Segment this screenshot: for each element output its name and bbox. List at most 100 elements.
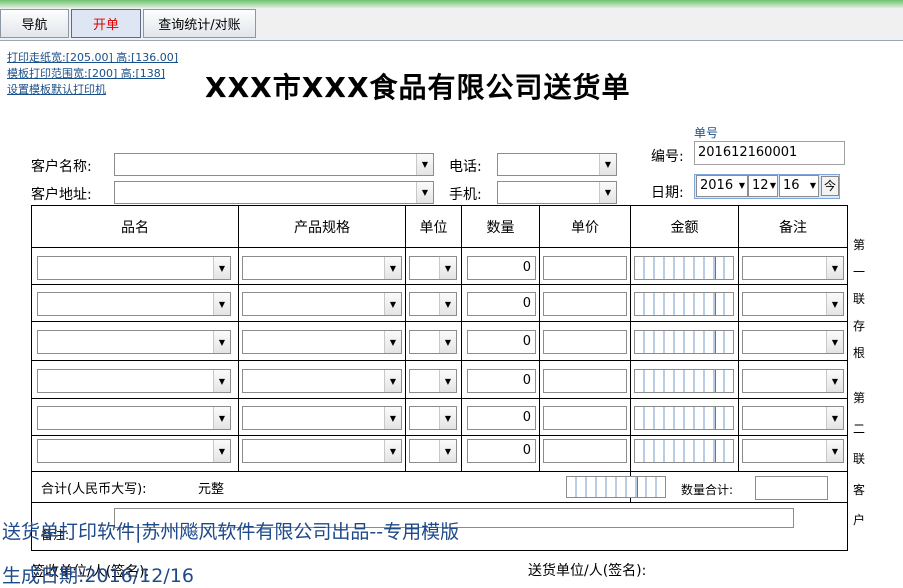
spec-combo[interactable]: ▼	[242, 292, 402, 316]
product-name-combo[interactable]: ▼	[37, 439, 231, 463]
chevron-down-icon[interactable]: ▼	[826, 293, 843, 315]
remark-combo[interactable]: ▼	[742, 256, 844, 280]
day-select[interactable]: 16 ▼	[779, 175, 819, 197]
amount-field[interactable]	[634, 330, 734, 354]
unit-combo[interactable]: ▼	[409, 439, 457, 463]
template-range-link[interactable]: 模板打印范围宽:[200] 高:[138]	[7, 66, 178, 82]
chevron-down-icon[interactable]: ▼	[439, 440, 456, 462]
chevron-down-icon[interactable]: ▼	[599, 154, 616, 175]
quantity-field[interactable]: 0	[467, 330, 536, 354]
unit-price-field[interactable]	[543, 330, 627, 354]
product-name-combo[interactable]: ▼	[37, 256, 231, 280]
chevron-down-icon[interactable]: ▼	[213, 440, 230, 462]
chevron-down-icon[interactable]: ▼	[826, 331, 843, 353]
chevron-down-icon[interactable]: ▼	[384, 407, 401, 429]
quantity-field[interactable]: 0	[467, 369, 536, 393]
date-label: 日期:	[651, 185, 684, 201]
chevron-down-icon[interactable]: ▼	[416, 154, 433, 175]
unit-combo[interactable]: ▼	[409, 330, 457, 354]
customer-address-value	[115, 185, 118, 200]
chevron-down-icon[interactable]: ▼	[826, 370, 843, 392]
amount-field[interactable]	[634, 439, 734, 463]
amount-field[interactable]	[634, 369, 734, 393]
product-name-combo[interactable]: ▼	[37, 369, 231, 393]
column-divider	[539, 206, 540, 471]
chevron-down-icon[interactable]: ▼	[439, 370, 456, 392]
unit-combo[interactable]: ▼	[409, 369, 457, 393]
chevron-down-icon[interactable]: ▼	[599, 182, 616, 203]
chevron-down-icon[interactable]: ▼	[439, 257, 456, 279]
chevron-down-icon[interactable]: ▼	[384, 440, 401, 462]
mobile-combo[interactable]: ▼	[497, 181, 617, 204]
order-number-field[interactable]: 201612160001	[694, 141, 845, 165]
chevron-down-icon[interactable]: ▼	[439, 331, 456, 353]
chevron-down-icon[interactable]: ▼	[416, 182, 433, 203]
amount-field[interactable]	[634, 256, 734, 280]
unit-price-field[interactable]	[543, 292, 627, 316]
quantity-field[interactable]: 0	[467, 256, 536, 280]
spec-combo[interactable]: ▼	[242, 369, 402, 393]
remark-combo[interactable]: ▼	[742, 330, 844, 354]
year-value: 2016	[700, 178, 734, 193]
window-top-strip	[0, 0, 903, 8]
chevron-down-icon[interactable]: ▼	[213, 370, 230, 392]
quantity-field[interactable]: 0	[467, 406, 536, 430]
tab-create-order[interactable]: 开单	[71, 9, 141, 38]
row-divider	[32, 284, 847, 285]
unit-price-field[interactable]	[543, 256, 627, 280]
month-select[interactable]: 12 ▼	[748, 175, 778, 197]
chevron-down-icon[interactable]: ▼	[213, 331, 230, 353]
product-name-combo[interactable]: ▼	[37, 292, 231, 316]
phone-combo[interactable]: ▼	[497, 153, 617, 176]
tab-query-statistics[interactable]: 查询统计/对账	[143, 9, 256, 38]
mobile-label: 手机:	[449, 187, 482, 203]
amount-field[interactable]	[634, 406, 734, 430]
spec-combo[interactable]: ▼	[242, 256, 402, 280]
chevron-down-icon[interactable]: ▼	[384, 331, 401, 353]
unit-price-field[interactable]	[543, 406, 627, 430]
product-name-combo[interactable]: ▼	[37, 330, 231, 354]
column-divider	[238, 206, 239, 471]
row-divider	[32, 247, 847, 248]
chevron-down-icon[interactable]: ▼	[439, 293, 456, 315]
chevron-down-icon[interactable]: ▼	[213, 407, 230, 429]
remark-combo[interactable]: ▼	[742, 439, 844, 463]
paper-size-link[interactable]: 打印走纸宽:[205.00] 高:[136.00]	[7, 50, 178, 66]
today-button[interactable]: 今	[821, 176, 839, 196]
remark-combo[interactable]: ▼	[742, 406, 844, 430]
chevron-down-icon[interactable]: ▼	[384, 293, 401, 315]
spec-combo[interactable]: ▼	[242, 330, 402, 354]
remark-combo[interactable]: ▼	[742, 369, 844, 393]
column-divider	[405, 206, 406, 471]
chevron-down-icon[interactable]: ▼	[213, 257, 230, 279]
unit-combo[interactable]: ▼	[409, 256, 457, 280]
chevron-down-icon[interactable]: ▼	[770, 176, 776, 196]
unit-price-field[interactable]	[543, 439, 627, 463]
chevron-down-icon[interactable]: ▼	[826, 440, 843, 462]
tab-navigation[interactable]: 导航	[0, 9, 69, 38]
chevron-down-icon[interactable]: ▼	[439, 407, 456, 429]
default-printer-link[interactable]: 设置模板默认打印机	[7, 82, 178, 98]
spec-combo[interactable]: ▼	[242, 439, 402, 463]
amount-field[interactable]	[634, 292, 734, 316]
chevron-down-icon[interactable]: ▼	[213, 293, 230, 315]
total-amount-field[interactable]	[566, 476, 666, 498]
spec-combo[interactable]: ▼	[242, 406, 402, 430]
chevron-down-icon[interactable]: ▼	[384, 257, 401, 279]
unit-combo[interactable]: ▼	[409, 292, 457, 316]
unit-combo[interactable]: ▼	[409, 406, 457, 430]
quantity-field[interactable]: 0	[467, 439, 536, 463]
remark-combo[interactable]: ▼	[742, 292, 844, 316]
unit-price-field[interactable]	[543, 369, 627, 393]
chevron-down-icon[interactable]: ▼	[810, 176, 816, 196]
customer-name-combo[interactable]: ▼	[114, 153, 434, 176]
chevron-down-icon[interactable]: ▼	[826, 257, 843, 279]
quantity-field[interactable]: 0	[467, 292, 536, 316]
year-select[interactable]: 2016 ▼	[696, 175, 748, 197]
chevron-down-icon[interactable]: ▼	[826, 407, 843, 429]
customer-address-combo[interactable]: ▼	[114, 181, 434, 204]
chevron-down-icon[interactable]: ▼	[739, 176, 745, 196]
chevron-down-icon[interactable]: ▼	[384, 370, 401, 392]
quantity-total-field[interactable]	[755, 476, 828, 500]
product-name-combo[interactable]: ▼	[37, 406, 231, 430]
